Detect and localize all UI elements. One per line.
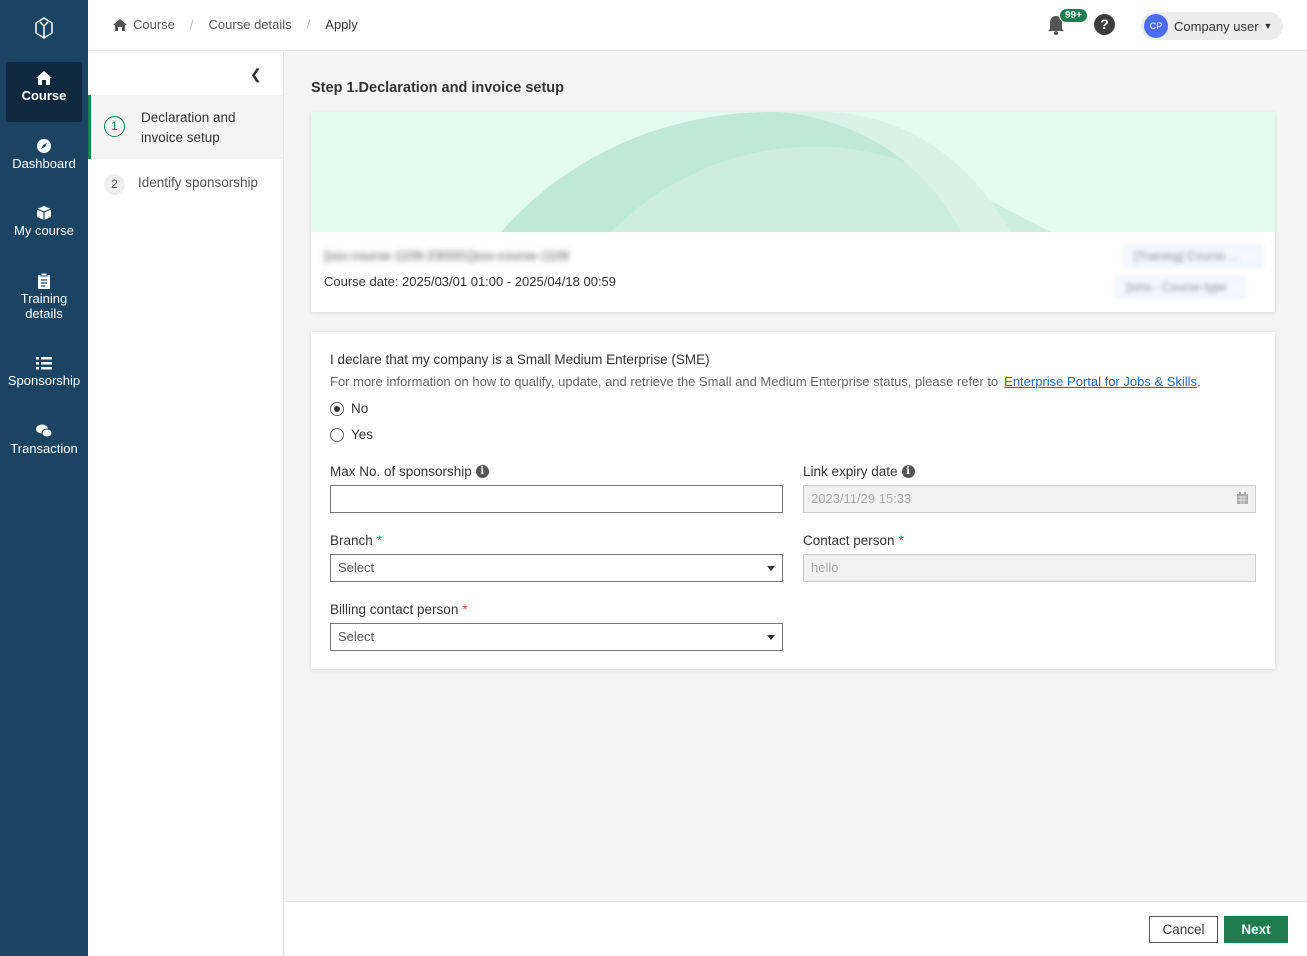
contact-person-input: hello xyxy=(803,554,1256,582)
home-icon xyxy=(36,71,52,85)
steps-panel: ❮ 1 Declaration and invoice setup 2 Iden… xyxy=(88,52,284,956)
branch-select[interactable]: Select xyxy=(330,554,783,582)
max-sponsorship-label: Max No. of sponsorship i xyxy=(330,464,489,479)
select-value: Select xyxy=(338,629,375,644)
radio-label: No xyxy=(351,401,369,416)
radio-unchecked-icon xyxy=(330,427,344,442)
notification-badge: 99+ xyxy=(1059,8,1088,23)
breadcrumb-separator: / xyxy=(189,17,194,32)
caret-down-icon xyxy=(767,566,775,571)
info-text: For more information on how to qualify, … xyxy=(330,374,999,389)
nav-label: Course xyxy=(21,88,67,103)
course-banner-image xyxy=(311,112,1275,232)
clipboard-icon xyxy=(38,273,50,289)
nav-label: Dashboard xyxy=(12,156,76,171)
branch-label: Branch * xyxy=(330,533,382,548)
course-card: [sss-course-1109-230001]sss-course-1109 … xyxy=(311,112,1275,312)
step-number: 1 xyxy=(104,116,125,137)
max-sponsorship-input[interactable] xyxy=(330,485,783,513)
compass-icon xyxy=(37,139,51,153)
chevron-down-icon: ▼ xyxy=(1263,21,1273,31)
nav-item-dashboard[interactable]: Dashboard xyxy=(6,130,82,190)
field-label: Contact person xyxy=(803,533,895,548)
footer-bar: Cancel Next xyxy=(285,901,1307,956)
cancel-button[interactable]: Cancel xyxy=(1149,916,1218,943)
step-label: Declaration and invoice setup xyxy=(141,110,236,145)
avatar: CP xyxy=(1144,14,1168,38)
billing-contact-select[interactable]: Select xyxy=(330,623,783,651)
home-icon xyxy=(113,18,127,31)
logo-icon xyxy=(35,17,53,39)
user-menu[interactable]: CP Company user ▼ xyxy=(1141,12,1283,40)
chevron-left-icon[interactable]: ❮ xyxy=(250,66,262,83)
sme-info-text: For more information on how to qualify, … xyxy=(330,374,1201,389)
expiry-value: 2023/11/29 15:33 xyxy=(811,491,912,506)
enterprise-portal-link[interactable]: Enterprise Portal for Jobs & Skills xyxy=(1004,374,1197,389)
box-icon xyxy=(36,206,52,220)
link-expiry-input: 2023/11/29 15:33 xyxy=(803,485,1256,513)
select-value: Select xyxy=(338,560,375,575)
page-title: Step 1.Declaration and invoice setup xyxy=(311,80,565,96)
step-label: Identify sponsorship xyxy=(138,175,259,190)
field-label: Billing contact person xyxy=(330,602,459,617)
chat-icon xyxy=(36,424,53,438)
course-name: [sss-course-1109-230001]sss-course-1109 xyxy=(324,248,570,263)
step-number: 2 xyxy=(104,174,125,195)
nav-label: Training details xyxy=(20,291,68,321)
breadcrumb-separator: / xyxy=(306,17,311,32)
contact-person-label: Contact person * xyxy=(803,533,904,548)
nav-label: Sponsorship xyxy=(7,373,81,388)
radio-checked-icon xyxy=(330,401,344,416)
info-icon[interactable]: i xyxy=(901,465,915,478)
nav-item-my-course[interactable]: My course xyxy=(6,197,82,257)
field-label: Branch xyxy=(330,533,373,548)
required-mark: * xyxy=(462,602,468,617)
radio-label: Yes xyxy=(351,427,374,442)
radio-yes[interactable]: Yes xyxy=(330,427,373,442)
nav-item-training-details[interactable]: Training details xyxy=(6,265,82,333)
help-icon[interactable]: ? xyxy=(1094,14,1115,35)
main-content: Step 1.Declaration and invoice setup [ss… xyxy=(285,52,1307,901)
field-label: Max No. of sponsorship xyxy=(330,464,472,479)
nav-item-sponsorship[interactable]: Sponsorship xyxy=(6,347,82,407)
radio-no[interactable]: No xyxy=(330,401,368,416)
step-identify-sponsorship[interactable]: 2 Identify sponsorship xyxy=(88,173,283,197)
breadcrumb-course[interactable]: Course xyxy=(133,17,175,32)
required-mark: * xyxy=(376,533,383,548)
nav-label: My course xyxy=(14,223,74,238)
course-date: Course date: 2025/03/01 01:00 - 2025/04/… xyxy=(324,274,617,289)
top-bar: Course / Course details / Apply 99+ ? CP… xyxy=(88,0,1307,51)
list-icon xyxy=(36,357,52,370)
breadcrumb: Course / Course details / Apply xyxy=(113,17,358,32)
link-expiry-label: Link expiry date i xyxy=(803,464,915,479)
sme-declaration: I declare that my company is a Small Med… xyxy=(330,352,710,367)
next-button[interactable]: Next xyxy=(1224,916,1288,943)
field-label: Link expiry date xyxy=(803,464,898,479)
billing-contact-label: Billing contact person * xyxy=(330,602,468,617)
declaration-form: I declare that my company is a Small Med… xyxy=(311,332,1275,669)
nav-item-course[interactable]: Course xyxy=(6,62,82,122)
left-nav: Course Dashboard My course Training deta… xyxy=(0,0,88,956)
user-name: Company user xyxy=(1174,18,1259,34)
info-tail: . xyxy=(1197,374,1201,389)
breadcrumb-apply: Apply xyxy=(325,17,358,32)
breadcrumb-course-details[interactable]: Course details xyxy=(209,17,292,32)
required-mark: * xyxy=(898,533,904,548)
course-tag: [Training] Course ... xyxy=(1123,245,1263,267)
course-type-tag: [sms - Course type xyxy=(1115,276,1245,298)
nav-label: Transaction xyxy=(10,441,78,456)
info-icon[interactable]: i xyxy=(475,465,489,478)
nav-item-transaction[interactable]: Transaction xyxy=(6,415,82,475)
calendar-icon xyxy=(1237,492,1248,504)
caret-down-icon xyxy=(767,635,775,640)
step-declaration[interactable]: 1 Declaration and invoice setup xyxy=(88,95,283,159)
